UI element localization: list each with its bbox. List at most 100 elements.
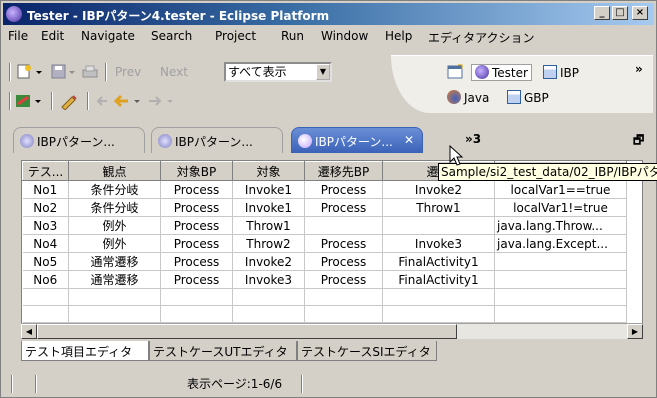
title-bar[interactable]: Tester - IBPパターン4.tester - Eclipse Platf…: [3, 3, 654, 25]
menu-navigate[interactable]: Navigate: [81, 29, 135, 43]
menu-file[interactable]: File: [8, 29, 28, 43]
forward-disabled-icon[interactable]: [147, 92, 177, 110]
open-perspective-icon[interactable]: [447, 64, 465, 80]
menu-window[interactable]: Window: [321, 29, 368, 43]
prev-button[interactable]: Prev: [115, 65, 141, 83]
table-cell[interactable]: No3: [22, 216, 69, 235]
column-header[interactable]: 対象BP: [160, 161, 233, 181]
close-tab-icon[interactable]: ✕: [404, 133, 414, 147]
tab-testcase-ut-editor[interactable]: テストケースUTエディタ: [149, 341, 297, 361]
table-row-empty: [22, 288, 627, 306]
table-cell[interactable]: java.lang.Except...: [494, 234, 627, 253]
pen-icon[interactable]: [59, 92, 81, 110]
table-cell[interactable]: 通常遷移: [68, 270, 161, 289]
column-header[interactable]: 遷移先BP: [304, 161, 383, 181]
more-perspectives-button[interactable]: »: [635, 62, 643, 76]
editor-tab-3-active[interactable]: IBPパターン... ✕: [291, 127, 423, 153]
next-button[interactable]: Next: [160, 65, 188, 83]
table-cell[interactable]: 例外: [68, 216, 161, 235]
tab-test-item-editor[interactable]: テスト項目エディタ: [21, 341, 149, 361]
scrollbar-thumb[interactable]: [37, 324, 457, 339]
table-cell[interactable]: Invoke1: [232, 198, 305, 217]
table-cell[interactable]: No2: [22, 198, 69, 217]
table-cell[interactable]: Invoke3: [232, 270, 305, 289]
back-disabled-icon[interactable]: [95, 92, 109, 110]
table-cell[interactable]: Process: [160, 252, 233, 271]
table-row[interactable]: No5 通常遷移 Process Invoke2 Process FinalAc…: [22, 252, 627, 271]
menu-search[interactable]: Search: [151, 29, 192, 43]
column-header[interactable]: テス...: [22, 161, 69, 181]
table-cell[interactable]: Process: [304, 270, 383, 289]
table-cell[interactable]: Process: [160, 216, 233, 235]
table-cell[interactable]: 条件分岐: [68, 180, 161, 199]
menu-project[interactable]: Project: [215, 29, 256, 43]
table-row[interactable]: No4 例外 Process Throw2 Process Invoke3 ja…: [22, 234, 627, 253]
table-cell[interactable]: Process: [160, 270, 233, 289]
table-cell[interactable]: No4: [22, 234, 69, 253]
table-cell[interactable]: Throw2: [232, 234, 305, 253]
table-cell[interactable]: 通常遷移: [68, 252, 161, 271]
table-cell[interactable]: Invoke2: [232, 252, 305, 271]
chevron-down-icon[interactable]: ▼: [316, 64, 330, 80]
table-row[interactable]: No1 条件分岐 Process Invoke1 Process Invoke2…: [22, 180, 627, 199]
table-cell[interactable]: Invoke2: [382, 180, 495, 199]
table-cell[interactable]: Process: [304, 234, 383, 253]
table-cell[interactable]: No5: [22, 252, 69, 271]
table-cell[interactable]: [382, 216, 495, 235]
table-cell[interactable]: localVar1!=true: [494, 198, 627, 217]
table-cell[interactable]: Process: [304, 198, 383, 217]
horizontal-scrollbar[interactable]: ◀ ▶: [21, 323, 643, 339]
perspective-tester[interactable]: Tester: [471, 64, 532, 81]
print-icon[interactable]: [81, 63, 99, 81]
debug-icon[interactable]: [15, 92, 43, 110]
page-select[interactable]: すべて表示 ▼: [224, 62, 332, 82]
table-row[interactable]: No6 通常遷移 Process Invoke3 Process FinalAc…: [22, 270, 627, 289]
menu-help[interactable]: Help: [385, 29, 412, 43]
column-header[interactable]: 観点: [68, 161, 161, 181]
new-icon[interactable]: [17, 63, 43, 81]
table-cell[interactable]: Process: [160, 180, 233, 199]
save-icon[interactable]: [51, 63, 79, 81]
table-cell[interactable]: Throw1: [232, 216, 305, 235]
table-cell[interactable]: 条件分岐: [68, 198, 161, 217]
table-cell[interactable]: No6: [22, 270, 69, 289]
eclipse-window: Tester - IBPパターン4.tester - Eclipse Platf…: [0, 0, 657, 398]
perspective-java[interactable]: Java: [447, 90, 489, 105]
table-row[interactable]: No2 条件分岐 Process Invoke1 Process Throw1 …: [22, 198, 627, 217]
editor-tab-2[interactable]: IBPパターン...: [151, 127, 283, 153]
table-cell[interactable]: FinalActivity1: [382, 252, 495, 271]
table-cell[interactable]: Process: [304, 180, 383, 199]
table-cell[interactable]: [494, 252, 627, 271]
table-row[interactable]: No3 例外 Process Throw1 java.lang.Throw...: [22, 216, 627, 235]
table-cell[interactable]: 例外: [68, 234, 161, 253]
back-icon[interactable]: [113, 92, 143, 110]
table-cell[interactable]: No1: [22, 180, 69, 199]
menu-edit[interactable]: Edit: [41, 29, 64, 43]
table-cell[interactable]: Invoke1: [232, 180, 305, 199]
overflow-tabs-button[interactable]: »3: [465, 132, 481, 146]
table-cell[interactable]: FinalActivity1: [382, 270, 495, 289]
menu-editor-action[interactable]: エディタアクション: [428, 29, 535, 46]
menu-run[interactable]: Run: [281, 29, 304, 43]
minimize-button[interactable]: _: [594, 6, 610, 20]
tab-testcase-si-editor[interactable]: テストケースSIエディタ: [297, 341, 437, 361]
close-button[interactable]: ×: [632, 6, 648, 20]
maximize-editor-icon[interactable]: 🗗: [633, 131, 644, 152]
scroll-left-icon[interactable]: ◀: [21, 324, 37, 339]
table-cell[interactable]: java.lang.Throw...: [494, 216, 627, 235]
scroll-right-icon[interactable]: ▶: [627, 324, 643, 339]
table-cell[interactable]: Process: [160, 198, 233, 217]
table-cell[interactable]: Process: [160, 234, 233, 253]
perspective-ibp[interactable]: IBP: [543, 65, 579, 80]
table-cell[interactable]: [494, 270, 627, 289]
table-cell[interactable]: Process: [304, 252, 383, 271]
test-item-table[interactable]: テス... 観点 対象BP 対象 遷移先BP 遷移 条件 No1 条件分岐 Pr…: [21, 160, 643, 338]
table-cell[interactable]: localVar1==true: [494, 180, 627, 199]
table-cell[interactable]: Throw1: [382, 198, 495, 217]
column-header[interactable]: 対象: [232, 161, 305, 181]
table-cell[interactable]: [304, 216, 383, 235]
table-cell[interactable]: Invoke3: [382, 234, 495, 253]
maximize-button[interactable]: □: [612, 6, 628, 20]
perspective-gbp[interactable]: GBP: [507, 90, 549, 105]
editor-tab-1[interactable]: IBPパターン...: [13, 127, 145, 153]
